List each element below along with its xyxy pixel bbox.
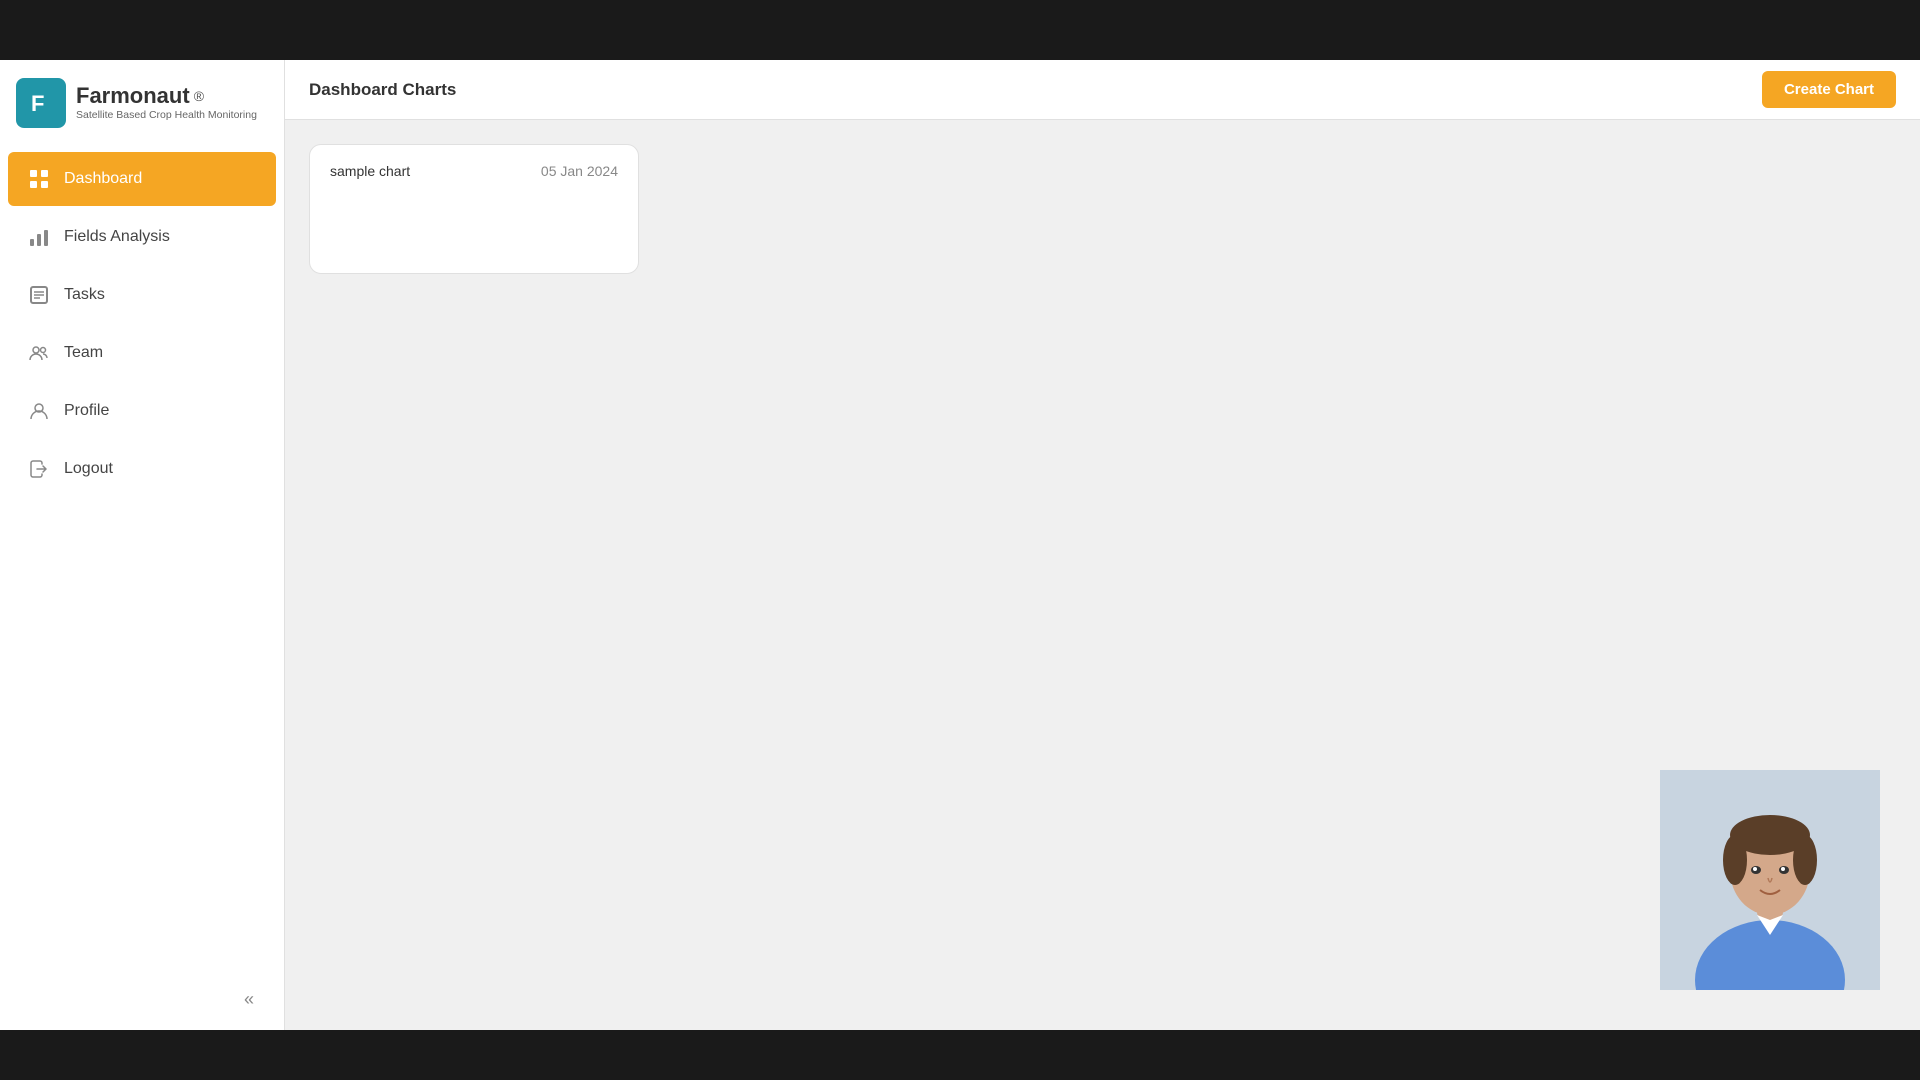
top-black-bar [0,0,1920,60]
sidebar-logo: F Farmonaut ® Satellite Based Crop Healt… [0,60,284,140]
logo-subtitle: Satellite Based Crop Health Monitoring [76,110,257,121]
fields-analysis-icon [28,226,50,248]
logout-icon [28,458,50,480]
sidebar-item-fields-analysis[interactable]: Fields Analysis [8,210,276,264]
tasks-icon [28,284,50,306]
sidebar-item-dashboard-label: Dashboard [64,170,142,188]
sidebar-item-team[interactable]: Team [8,326,276,380]
create-chart-button[interactable]: Create Chart [1762,71,1896,108]
main-header: Dashboard Charts Create Chart [285,60,1920,120]
app-container: F Farmonaut ® Satellite Based Crop Healt… [0,60,1920,1030]
chart-card-header: sample chart 05 Jan 2024 [330,163,618,179]
main-body: sample chart 05 Jan 2024 [285,120,1920,1030]
svg-text:F: F [31,91,44,116]
person-video [1660,770,1880,990]
sidebar-item-profile[interactable]: Profile [8,384,276,438]
team-icon [28,342,50,364]
sidebar-item-tasks-label: Tasks [64,286,105,304]
chart-card-title: sample chart [330,163,410,179]
dashboard-icon [28,168,50,190]
video-overlay [1660,770,1880,990]
logo-registered: ® [194,89,204,103]
sidebar-item-team-label: Team [64,344,103,362]
chart-card-1[interactable]: sample chart 05 Jan 2024 [309,144,639,274]
logo-name: Farmonaut [76,85,190,107]
sidebar-item-tasks[interactable]: Tasks [8,268,276,322]
page-title: Dashboard Charts [309,80,456,100]
logo-icon: F [16,78,66,128]
collapse-button[interactable]: « [234,984,264,1014]
main-content: Dashboard Charts Create Chart sample cha… [285,60,1920,1030]
chart-card-date: 05 Jan 2024 [541,163,618,179]
sidebar-item-dashboard[interactable]: Dashboard [8,152,276,206]
sidebar-item-fields-analysis-label: Fields Analysis [64,228,170,246]
sidebar-nav: Dashboard Fields Analysis [0,140,284,968]
profile-icon [28,400,50,422]
sidebar: F Farmonaut ® Satellite Based Crop Healt… [0,60,285,1030]
sidebar-item-logout[interactable]: Logout [8,442,276,496]
sidebar-item-logout-label: Logout [64,460,113,478]
logo-text-group: Farmonaut ® Satellite Based Crop Health … [76,85,257,121]
logo-title-row: Farmonaut ® [76,85,257,107]
bottom-black-bar [0,1030,1920,1080]
sidebar-item-profile-label: Profile [64,402,109,420]
sidebar-collapse-area: « [0,968,284,1030]
